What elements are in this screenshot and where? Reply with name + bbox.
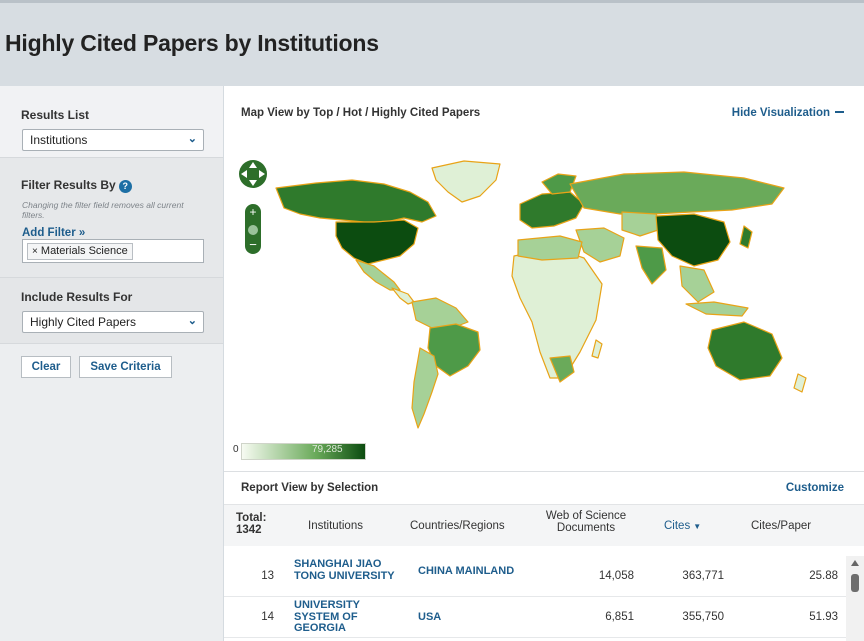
visualization-title: Map View by Top / Hot / Highly Cited Pap…: [241, 107, 481, 119]
cites-cell: 363,771: [682, 570, 724, 582]
sort-desc-icon: ▼: [693, 522, 702, 531]
filter-note: Changing the filter field removes all cu…: [22, 200, 184, 220]
map-region-greenland[interactable]: [431, 160, 501, 203]
country-link[interactable]: CHINA MAINLAND: [418, 565, 518, 577]
filter-input[interactable]: × Materials Science: [22, 239, 204, 263]
minus-icon: [835, 111, 844, 113]
save-criteria-button[interactable]: Save Criteria: [79, 356, 172, 378]
scroll-thumb[interactable]: [851, 574, 859, 592]
include-section: Include Results For Highly Cited Papers …: [0, 278, 223, 344]
chevron-down-icon: ⌄: [187, 315, 197, 327]
page-header: Highly Cited Papers by Institutions: [0, 0, 864, 86]
customize-link[interactable]: Customize: [786, 482, 844, 494]
chevron-down-icon: ⌄: [187, 133, 197, 145]
map-region-japan[interactable]: [739, 225, 753, 249]
legend-min: 0: [233, 444, 239, 455]
map-region-southeast-asia[interactable]: [679, 265, 715, 303]
map-region-new-zealand[interactable]: [793, 373, 807, 393]
page-title: Highly Cited Papers by Institutions: [5, 30, 379, 56]
table-row: 13 SHANGHAI JIAO TONG UNIVERSITY CHINA M…: [224, 556, 846, 597]
map-region-china[interactable]: [655, 213, 731, 267]
results-list-select[interactable]: Institutions ⌄: [22, 129, 204, 151]
remove-chip-icon[interactable]: ×: [32, 246, 38, 257]
filter-chip: × Materials Science: [27, 243, 133, 260]
map-navigation-control[interactable]: + −: [237, 154, 273, 260]
map-region-middle-east[interactable]: [575, 227, 625, 263]
institution-link[interactable]: UNIVERSITY SYSTEM OF GEORGIA: [294, 599, 404, 635]
documents-cell: 14,058: [598, 570, 634, 582]
table-header: Total: 1342 Institutions Countries/Regio…: [224, 504, 864, 546]
results-list-value: Institutions: [30, 133, 88, 147]
map-region-indonesia[interactable]: [685, 301, 749, 317]
map-region-argentina-chile[interactable]: [411, 347, 439, 429]
map-region-usa[interactable]: [335, 219, 419, 265]
include-results-value: Highly Cited Papers: [30, 315, 137, 329]
zoom-out-icon[interactable]: −: [249, 237, 257, 252]
include-results-select[interactable]: Highly Cited Papers ⌄: [22, 311, 204, 333]
results-list-label: Results List: [21, 108, 90, 122]
legend-bar: [241, 443, 366, 460]
cites-per-paper-cell: 51.93: [809, 611, 838, 623]
clear-button[interactable]: Clear: [21, 356, 71, 378]
globe-icon[interactable]: [248, 225, 258, 235]
rank-cell: 13: [261, 570, 274, 582]
column-header-cites-label: Cites: [664, 520, 691, 532]
institution-link[interactable]: SHANGHAI JIAO TONG UNIVERSITY: [294, 558, 404, 582]
column-header-cites-per-paper[interactable]: Cites/Paper: [751, 520, 811, 532]
sidebar: Results List Institutions ⌄ Filter Resul…: [0, 86, 223, 641]
column-header-cites[interactable]: Cites ▼: [664, 520, 701, 533]
hide-visualization-button[interactable]: Hide Visualization: [732, 107, 844, 119]
column-header-institutions[interactable]: Institutions: [308, 520, 363, 532]
map-region-south-america-north[interactable]: [411, 297, 469, 329]
legend-max: 79,285: [312, 444, 343, 455]
cites-cell: 355,750: [682, 611, 724, 623]
map-region-europe[interactable]: [519, 191, 585, 229]
map-region-central-america[interactable]: [391, 287, 415, 305]
filter-results-label-text: Filter Results By: [21, 178, 116, 192]
map-region-russia[interactable]: [569, 171, 785, 215]
world-map[interactable]: + −: [224, 152, 864, 472]
table-scrollbar[interactable]: [846, 556, 864, 641]
zoom-in-icon[interactable]: +: [249, 205, 256, 219]
rank-cell: 14: [261, 611, 274, 623]
include-results-label: Include Results For: [21, 290, 133, 304]
world-map-svg: [275, 160, 807, 429]
column-header-countries[interactable]: Countries/Regions: [410, 520, 505, 532]
map-region-mexico[interactable]: [355, 259, 401, 291]
total-count: Total: 1342: [236, 512, 267, 536]
divider: [224, 471, 864, 472]
map-region-india[interactable]: [635, 245, 667, 285]
map-region-australia[interactable]: [707, 321, 783, 381]
sidebar-actions: [0, 344, 223, 641]
results-list-section: Results List Institutions ⌄: [0, 86, 223, 158]
cites-per-paper-cell: 25.88: [809, 570, 838, 582]
map-region-canada[interactable]: [275, 179, 437, 223]
documents-cell: 6,851: [605, 611, 634, 623]
report-title: Report View by Selection: [241, 482, 379, 494]
map-region-madagascar[interactable]: [591, 339, 603, 359]
map-region-north-africa[interactable]: [517, 235, 583, 261]
table-row: 14 UNIVERSITY SYSTEM OF GEORGIA USA 6,85…: [224, 597, 846, 638]
filter-chip-label: Materials Science: [40, 245, 128, 257]
filter-results-label: Filter Results By?: [21, 178, 132, 193]
hide-visualization-label: Hide Visualization: [731, 107, 830, 119]
column-header-wos-documents[interactable]: Web of Science Documents: [536, 510, 636, 534]
add-filter-link[interactable]: Add Filter »: [22, 227, 85, 239]
help-icon[interactable]: ?: [118, 180, 132, 193]
scroll-up-icon[interactable]: [851, 560, 859, 566]
country-link[interactable]: USA: [418, 611, 518, 623]
filter-section: Filter Results By? Changing the filter f…: [0, 158, 223, 278]
table-spacer: [224, 546, 864, 556]
main-panel: Map View by Top / Hot / Highly Cited Pap…: [224, 86, 864, 641]
